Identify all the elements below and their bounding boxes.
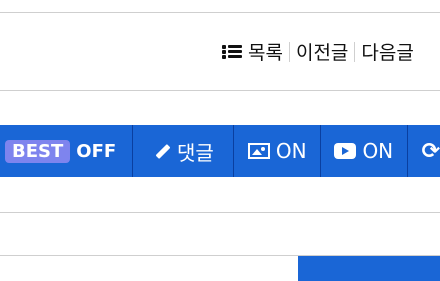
list-link[interactable]: 목록 (222, 38, 283, 65)
prev-post-link[interactable]: 이전글 (296, 38, 348, 65)
list-label: 목록 (248, 42, 283, 64)
best-state: OFF (76, 140, 117, 162)
video-toggle[interactable]: ON (321, 125, 408, 177)
best-badge: BEST (5, 139, 71, 163)
image-icon (247, 143, 270, 159)
best-toggle[interactable]: BEST OFF (0, 125, 134, 177)
image-state: ON (275, 139, 307, 163)
comment-label: 댓글 (177, 140, 214, 165)
refresh-icon: ⟳ (421, 138, 440, 164)
view-toolbar: BEST OFF 댓글 ON ON ⟳ (0, 125, 440, 177)
next-post-link[interactable]: 다음글 (361, 38, 413, 65)
image-toggle[interactable]: ON (234, 125, 322, 177)
bottom-action-button[interactable] (298, 256, 440, 281)
section-divider (0, 90, 440, 91)
lower-divider (0, 212, 440, 213)
nav-separator (354, 41, 356, 62)
top-divider (0, 12, 440, 13)
list-icon (222, 44, 242, 60)
video-icon (334, 143, 357, 159)
nav-separator (288, 41, 290, 62)
post-nav: 목록 이전글 다음글 (0, 36, 440, 66)
pencil-icon (153, 142, 171, 160)
comment-button[interactable]: 댓글 (133, 125, 235, 177)
refresh-button[interactable]: ⟳ (408, 125, 440, 177)
video-state: ON (362, 139, 394, 163)
